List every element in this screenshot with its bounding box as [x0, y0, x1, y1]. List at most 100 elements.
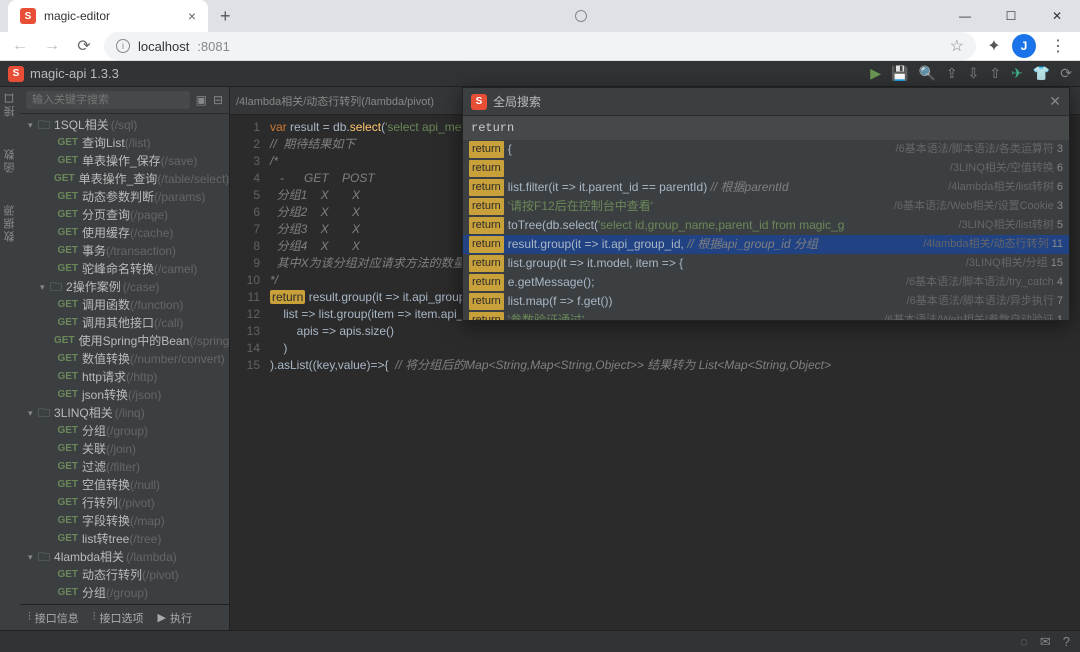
tree-api-item[interactable]: GEThttp请求(/http): [20, 368, 229, 386]
chevron-down-icon: ▾: [28, 405, 38, 421]
account-indicator[interactable]: [575, 10, 587, 22]
tab-close-icon[interactable]: ×: [188, 8, 196, 24]
rail-tab-datasource[interactable]: 数据源: [2, 203, 18, 242]
close-window-button[interactable]: ✕: [1034, 0, 1080, 32]
tree-api-item[interactable]: GET过滤(/filter): [20, 458, 229, 476]
tree-api-item[interactable]: GET使用Spring中的Bean(/spring): [20, 332, 229, 350]
tree-api-item[interactable]: GET分组(/group): [20, 584, 229, 602]
modal-title: 全局搜索: [493, 93, 541, 110]
send-icon[interactable]: ✈: [1011, 65, 1023, 82]
tree-api-item[interactable]: GET行转列(/pivot): [20, 494, 229, 512]
search-results: return{/6基本语法/脚本语法/各类运算符 3return/3LINQ相关…: [463, 140, 1069, 320]
line-number: 3: [230, 153, 260, 170]
new-folder-icon[interactable]: ▣: [196, 93, 207, 107]
tree-folder[interactable]: ▾🗀1SQL相关(/sql): [20, 116, 229, 134]
search-icon[interactable]: 🔍: [918, 65, 935, 82]
line-number: 7: [230, 221, 260, 238]
folder-icon: 🗀: [38, 405, 50, 421]
tree-api-item[interactable]: GET关联(/join): [20, 440, 229, 458]
search-result-row[interactable]: return'请按F12后在控制台中查看'/6基本语法/Web相关/设置Cook…: [463, 197, 1069, 216]
app-title: magic-api 1.3.3: [30, 66, 119, 81]
tree-api-item[interactable]: GET分组(/group): [20, 422, 229, 440]
tree-api-item[interactable]: GET动态参数判断(/params): [20, 188, 229, 206]
url-box[interactable]: i localhost :8081 ☆: [104, 32, 976, 60]
tree-api-item[interactable]: GET驼峰命名转换(/camel): [20, 260, 229, 278]
tree-api-item[interactable]: GET单表操作_保存(/save): [20, 152, 229, 170]
tree-api-item[interactable]: GET空值转换(/null): [20, 476, 229, 494]
tree-api-item[interactable]: GET事务(/transaction): [20, 242, 229, 260]
app-logo-icon: S: [8, 66, 24, 82]
line-number: 13: [230, 323, 260, 340]
tree-folder[interactable]: ▾🗀2操作案例(/case): [20, 278, 229, 296]
upload-icon[interactable]: ⇪: [946, 65, 958, 82]
skin-icon[interactable]: 👕: [1033, 65, 1050, 82]
tree-api-item[interactable]: GET分页查询(/page): [20, 206, 229, 224]
new-tab-button[interactable]: +: [220, 6, 231, 27]
global-search-input[interactable]: [463, 116, 1069, 140]
tree-folder[interactable]: ▾🗀4lambda相关(/lambda): [20, 548, 229, 566]
search-result-row[interactable]: returnlist.map(f => f.get())/6基本语法/脚本语法/…: [463, 292, 1069, 311]
tab-run[interactable]: ▶ 执行: [158, 610, 192, 626]
url-host: localhost: [138, 39, 189, 54]
extensions-icon[interactable]: ✦: [984, 36, 1004, 56]
reload-button[interactable]: ⟳: [72, 34, 96, 58]
line-number: 8: [230, 238, 260, 255]
tree-api-item[interactable]: GET使用缓存(/cache): [20, 224, 229, 242]
tree-api-item[interactable]: GET单表操作_查询(/table/select): [20, 170, 229, 188]
search-result-row[interactable]: returne.getMessage();/6基本语法/脚本语法/try_cat…: [463, 273, 1069, 292]
folder-icon: 🗀: [38, 117, 50, 133]
search-result-row[interactable]: return/3LINQ相关/空值转换 6: [463, 159, 1069, 178]
tree-api-item[interactable]: GET数值转换(/number/convert): [20, 350, 229, 368]
tab-api-info[interactable]: ⫶ 接口信息: [28, 610, 79, 626]
modal-close-icon[interactable]: ✕: [1049, 93, 1061, 110]
run-icon[interactable]: ▶: [870, 65, 881, 82]
search-result-row[interactable]: returnlist.filter(it => it.parent_id == …: [463, 178, 1069, 197]
browser-tab[interactable]: S magic-editor ×: [8, 0, 208, 32]
line-number: 9: [230, 255, 260, 272]
tab-favicon: S: [20, 8, 36, 24]
tree-folder[interactable]: ▾🗀3LINQ相关(/linq): [20, 404, 229, 422]
tab-title: magic-editor: [44, 9, 110, 23]
maximize-button[interactable]: ☐: [988, 0, 1034, 32]
download-icon[interactable]: ⇩: [968, 65, 980, 82]
tree-search-input[interactable]: [26, 91, 190, 109]
global-search-modal: S 全局搜索 ✕ return{/6基本语法/脚本语法/各类运算符 3retur…: [462, 87, 1070, 321]
address-bar: ← → ⟳ i localhost :8081 ☆ ✦ J ⋮: [0, 32, 1080, 61]
forward-button[interactable]: →: [40, 34, 64, 58]
search-result-row[interactable]: returnresult.group(it => it.api_group_id…: [463, 235, 1069, 254]
tree-api-item[interactable]: GETlist转tree(/tree): [20, 530, 229, 548]
app-footer: ◌ ✉ ?: [0, 630, 1080, 652]
search-result-row[interactable]: returntoTree(db.select('select id,group_…: [463, 216, 1069, 235]
tree-api-item[interactable]: GET调用其他接口(/call): [20, 314, 229, 332]
editor-tab-active[interactable]: /4lambda相关/动态行转列(/lambda/pivot): [236, 93, 434, 109]
back-button[interactable]: ←: [8, 34, 32, 58]
search-result-row[interactable]: return'参数验证通过'/6基本语法/Web相关/参数自动验证 1: [463, 311, 1069, 320]
search-result-row[interactable]: return{/6基本语法/脚本语法/各类运算符 3: [463, 140, 1069, 159]
minimize-button[interactable]: —: [942, 0, 988, 32]
left-rail: 接口 函数 数据源: [0, 87, 20, 630]
app-header: S magic-api 1.3.3 ▶ 💾 🔍 ⇪ ⇩ ⇧ ✈ 👕 ⟳: [0, 61, 1080, 87]
magic-api-app: S magic-api 1.3.3 ▶ 💾 🔍 ⇪ ⇩ ⇧ ✈ 👕 ⟳ 接口 函…: [0, 61, 1080, 652]
line-number: 11: [230, 289, 260, 306]
tree-api-item[interactable]: GET查询List(/list): [20, 134, 229, 152]
api-tree: ▾🗀1SQL相关(/sql)GET查询List(/list)GET单表操作_保存…: [20, 114, 229, 604]
tree-api-item[interactable]: GETjson转换(/json): [20, 386, 229, 404]
tree-api-item[interactable]: GET动态行转列(/pivot): [20, 566, 229, 584]
site-info-icon[interactable]: i: [116, 39, 130, 53]
tab-api-options[interactable]: ⫶ 接口选项: [93, 610, 144, 626]
line-number: 12: [230, 306, 260, 323]
rail-tab-function[interactable]: 函数: [2, 147, 18, 173]
save-icon[interactable]: 💾: [891, 65, 908, 82]
chrome-menu-icon[interactable]: ⋮: [1044, 36, 1072, 56]
tree-api-item[interactable]: GET调用函数(/function): [20, 296, 229, 314]
rail-tab-api[interactable]: 接口: [2, 91, 18, 117]
tree-api-item[interactable]: GET字段转换(/map): [20, 512, 229, 530]
url-port: :8081: [197, 39, 230, 54]
collapse-all-icon[interactable]: ⊟: [213, 93, 223, 107]
refresh-icon[interactable]: ⟳: [1060, 65, 1072, 82]
search-result-row[interactable]: returnlist.group(it => it.model, item =>…: [463, 254, 1069, 273]
bookmark-star-icon[interactable]: ☆: [950, 36, 964, 56]
profile-avatar[interactable]: J: [1012, 34, 1036, 58]
push-icon[interactable]: ⇧: [989, 65, 1001, 82]
line-gutter: 123456789101112131415: [230, 115, 266, 630]
